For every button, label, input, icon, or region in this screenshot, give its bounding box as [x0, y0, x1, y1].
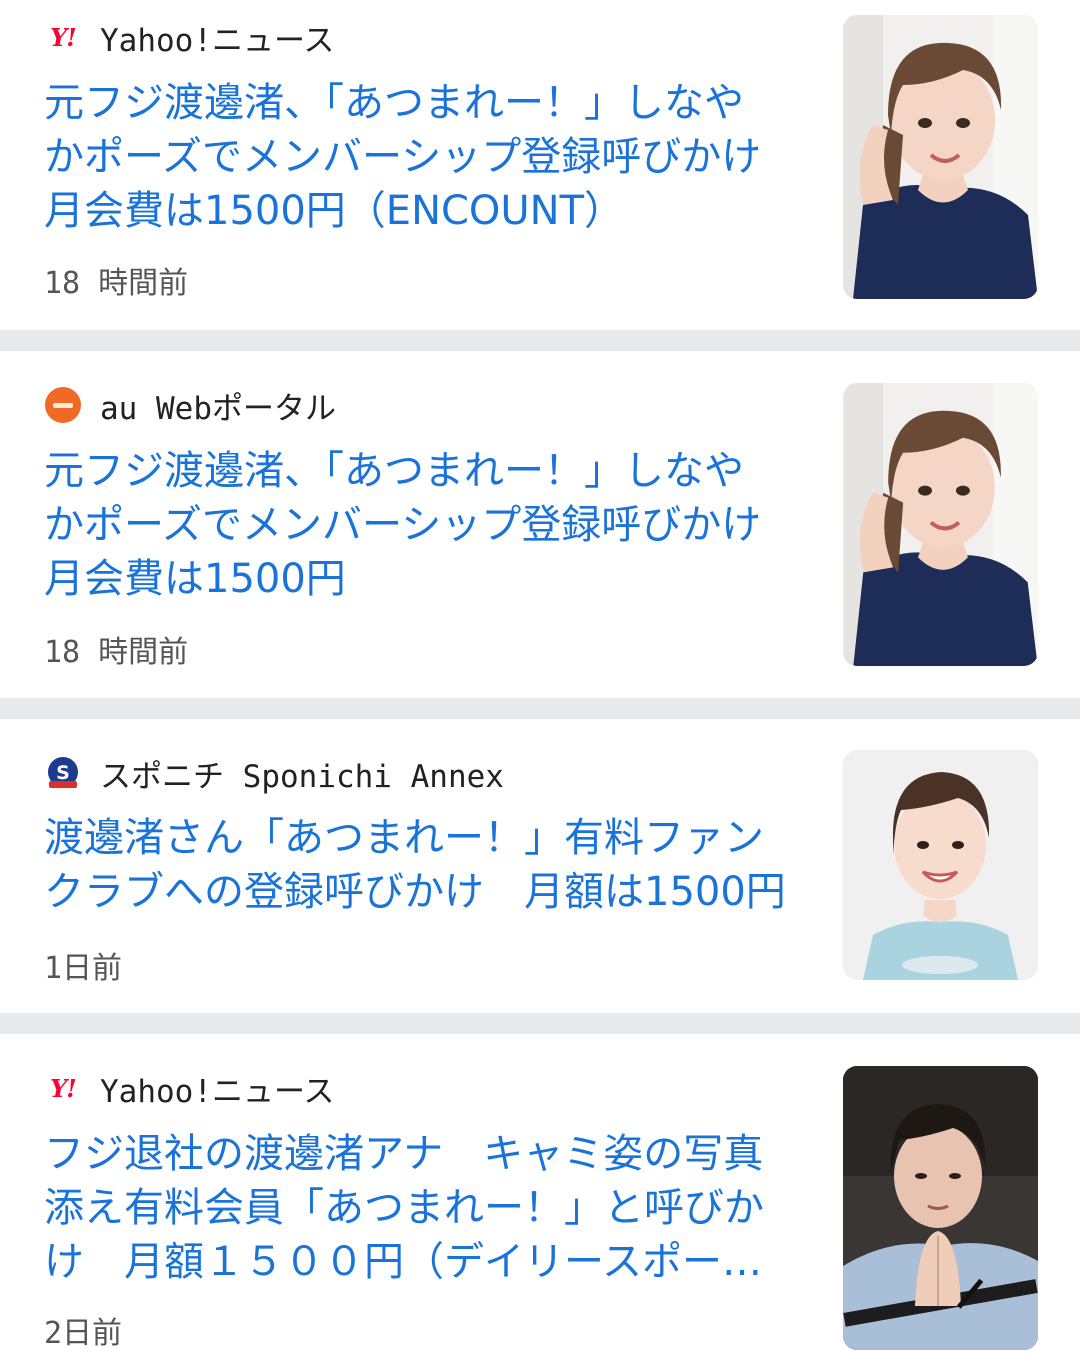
- source-name: Yahoo!ニュース: [100, 1073, 335, 1110]
- news-card[interactable]: au Webポータル 元フジ渡邊渚、「あつまれー！」しなや かポーズでメンバーシ…: [0, 351, 1080, 698]
- published-time: 2日前: [44, 1316, 123, 1351]
- news-card[interactable]: Y! Yahoo!ニュース フジ退社の渡邊渚アナ キャミ姿の写真 添え有料会員「…: [0, 1034, 1080, 1366]
- photo-woman-hands-clasped-image: [843, 1066, 1038, 1350]
- article-thumbnail[interactable]: [843, 750, 1038, 980]
- source-row: S スポニチ Sponichi Annex: [44, 750, 504, 796]
- headline-link[interactable]: フジ退社の渡邊渚アナ キャミ姿の写真 添え有料会員「あつまれー！」と呼びか け …: [44, 1127, 814, 1289]
- photo-woman-posing-image: [843, 15, 1038, 299]
- yahoo-logo-icon: Y!: [50, 1073, 77, 1103]
- svg-text:S: S: [56, 762, 70, 784]
- headline-link[interactable]: 元フジ渡邊渚、「あつまれー！」しなや かポーズでメンバーシップ登録呼びかけ 月会…: [44, 444, 814, 606]
- headline-link[interactable]: 渡邊渚さん「あつまれー！」有料ファン クラブへの登録呼びかけ 月額は1500円: [44, 811, 814, 919]
- photo-woman-posing-image: [843, 383, 1038, 666]
- sponichi-logo-icon: S: [44, 754, 82, 792]
- source-name: au Webポータル: [100, 390, 336, 427]
- source-row: Y! Yahoo!ニュース: [44, 1065, 334, 1111]
- article-thumbnail[interactable]: [843, 1066, 1038, 1350]
- news-card[interactable]: Y! Yahoo!ニュース 元フジ渡邊渚、「あつまれー！」しなや かポーズでメン…: [0, 0, 1080, 330]
- au-web-portal-icon: [44, 386, 82, 424]
- news-feed: Y! Yahoo!ニュース 元フジ渡邊渚、「あつまれー！」しなや かポーズでメン…: [0, 0, 1080, 1366]
- article-thumbnail[interactable]: [843, 15, 1038, 299]
- yahoo-logo-icon: Y!: [50, 22, 77, 52]
- article-thumbnail[interactable]: [843, 383, 1038, 666]
- news-card[interactable]: S スポニチ Sponichi Annex 渡邊渚さん「あつまれー！」有料ファン…: [0, 719, 1080, 1013]
- source-name: Yahoo!ニュース: [100, 22, 335, 59]
- published-time: 18 時間前: [44, 266, 189, 301]
- headline-link[interactable]: 元フジ渡邊渚、「あつまれー！」しなや かポーズでメンバーシップ登録呼びかけ 月会…: [44, 76, 814, 238]
- source-name: スポニチ Sponichi Annex: [100, 758, 504, 795]
- photo-woman-smiling-image: [843, 750, 1038, 980]
- published-time: 1日前: [44, 951, 123, 986]
- published-time: 18 時間前: [44, 635, 189, 670]
- source-row: au Webポータル: [44, 382, 336, 428]
- source-row: Y! Yahoo!ニュース: [44, 14, 334, 60]
